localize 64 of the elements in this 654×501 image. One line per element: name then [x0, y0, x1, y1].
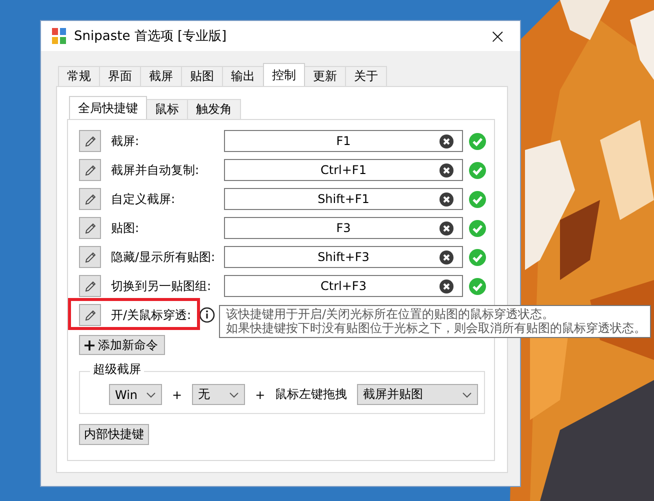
pencil-icon	[82, 308, 98, 322]
edit-button[interactable]	[79, 188, 101, 210]
info-icon	[199, 307, 216, 323]
group-text: +	[172, 388, 182, 402]
dropdown[interactable]: 无	[192, 384, 246, 405]
tab[interactable]: 触发角	[187, 99, 241, 119]
tab[interactable]: 控制	[263, 63, 305, 86]
edit-button[interactable]	[79, 130, 101, 152]
pencil-icon	[82, 220, 98, 236]
add-command-button[interactable]: 添加新命令	[79, 335, 165, 355]
close-button[interactable]: ×	[485, 26, 510, 46]
clear-icon[interactable]	[439, 163, 454, 178]
tab[interactable]: 鼠标	[146, 99, 188, 119]
shortcut-label: 切换到另一贴图组:	[111, 278, 212, 294]
edit-button[interactable]	[79, 217, 101, 239]
shortcut-value: Ctrl+F3	[320, 279, 368, 293]
shortcut-field[interactable]: Ctrl+F1	[224, 159, 463, 181]
chevron-icon	[229, 392, 240, 398]
shortcut-value: Shift+F1	[316, 192, 370, 206]
pencil-icon	[82, 192, 98, 206]
pencil-icon	[82, 278, 98, 294]
chevron-icon	[146, 392, 156, 398]
group-title: 超级截屏	[90, 361, 144, 378]
group-text: 鼠标左键拖拽	[275, 386, 348, 403]
shortcut-field[interactable]: F1	[224, 130, 463, 152]
shortcut-value: F1	[335, 134, 352, 148]
pencil-icon	[82, 134, 98, 148]
dropdown[interactable]: Win	[109, 384, 162, 405]
plus-icon	[84, 340, 95, 350]
edit-button[interactable]	[79, 246, 101, 268]
dropdown[interactable]: 截屏并贴图	[357, 384, 478, 405]
clear-icon[interactable]	[439, 134, 454, 149]
tab[interactable]: 常规	[58, 66, 100, 86]
tab[interactable]: 关于	[345, 66, 387, 86]
shortcut-value: Ctrl+F1	[320, 163, 368, 177]
group-text: +	[255, 388, 266, 402]
shortcut-field[interactable]: Shift+F3	[224, 246, 463, 268]
shortcut-field[interactable]: Ctrl+F3	[224, 275, 463, 297]
clear-icon[interactable]	[439, 250, 454, 265]
edit-button[interactable]	[79, 275, 101, 297]
shortcut-label: 截屏并自动复制:	[111, 162, 200, 178]
shortcut-label: 截屏:	[111, 132, 140, 150]
internal-shortcuts-button[interactable]: 内部快捷键	[79, 424, 149, 445]
clear-icon[interactable]	[439, 279, 454, 294]
edit-button[interactable]	[79, 304, 101, 326]
shortcut-value: F3	[335, 221, 352, 235]
edit-button[interactable]	[79, 159, 101, 181]
chevron-icon	[462, 392, 472, 398]
shortcut-field[interactable]: Shift+F1	[224, 188, 463, 210]
clear-icon[interactable]	[439, 192, 454, 207]
shortcut-label: 隐藏/显示所有贴图:	[111, 248, 216, 266]
shortcut-field[interactable]: F3	[224, 217, 463, 239]
shortcut-label: 贴图:	[111, 220, 140, 236]
shortcut-value: Shift+F3	[316, 250, 370, 264]
clear-icon[interactable]	[439, 221, 454, 236]
app-logo-icon	[52, 28, 66, 44]
pencil-icon	[82, 162, 98, 178]
tab[interactable]: 全局快捷键	[69, 96, 147, 119]
tooltip-text: 如果快捷键按下时没有贴图位于光标之下，则会取消所有贴图的鼠标穿透状态。	[226, 321, 645, 335]
shortcut-label: 开/关鼠标穿透:	[111, 306, 192, 324]
pencil-icon	[82, 250, 98, 264]
shortcut-label: 自定义截屏:	[111, 190, 176, 208]
window-title: Snipaste 首选项 [专业版]	[74, 28, 228, 45]
tooltip-text: 该快捷键用于开启/关闭光标所在位置的贴图的鼠标穿透状态。	[226, 307, 556, 321]
